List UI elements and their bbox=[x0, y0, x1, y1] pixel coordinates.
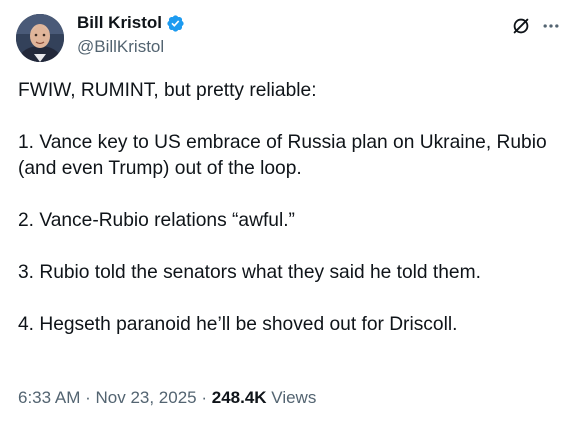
author-avatar[interactable] bbox=[16, 14, 64, 62]
tweet-paragraph: 3. Rubio told the senators what they sai… bbox=[18, 262, 481, 283]
tweet-paragraph: 2. Vance-Rubio relations “awful.” bbox=[18, 210, 295, 231]
author-display-name[interactable]: Bill Kristol bbox=[77, 12, 162, 34]
verified-badge-icon[interactable] bbox=[166, 14, 185, 33]
views-label: Views bbox=[271, 388, 317, 407]
meta-separator: · bbox=[80, 388, 96, 407]
tweet-text: FWIW, RUMINT, but pretty reliable: 1. Va… bbox=[18, 78, 573, 338]
post-time[interactable]: 6:33 AM bbox=[18, 388, 80, 407]
views-count: 248.4K bbox=[211, 388, 267, 407]
tweet-meta: 6:33 AM · Nov 23, 2025 · 248.4K Views bbox=[18, 388, 316, 408]
author-name-row: Bill Kristol bbox=[77, 12, 185, 34]
tweet-paragraph: FWIW, RUMINT, but pretty reliable: bbox=[18, 80, 317, 101]
post-date[interactable]: Nov 23, 2025 bbox=[95, 388, 196, 407]
meta-separator: · bbox=[196, 388, 212, 407]
grok-icon[interactable] bbox=[509, 14, 533, 38]
tweet-paragraph: 1. Vance key to US embrace of Russia pla… bbox=[18, 132, 552, 179]
more-options-icon[interactable] bbox=[539, 14, 563, 38]
tweet: Bill Kristol @BillKristol FWIW, RUMINT, … bbox=[0, 0, 577, 421]
profile-photo-icon bbox=[16, 14, 64, 62]
author-handle[interactable]: @BillKristol bbox=[77, 37, 164, 57]
header-actions bbox=[509, 14, 563, 38]
tweet-paragraph: 4. Hegseth paranoid he’ll be shoved out … bbox=[18, 314, 458, 335]
